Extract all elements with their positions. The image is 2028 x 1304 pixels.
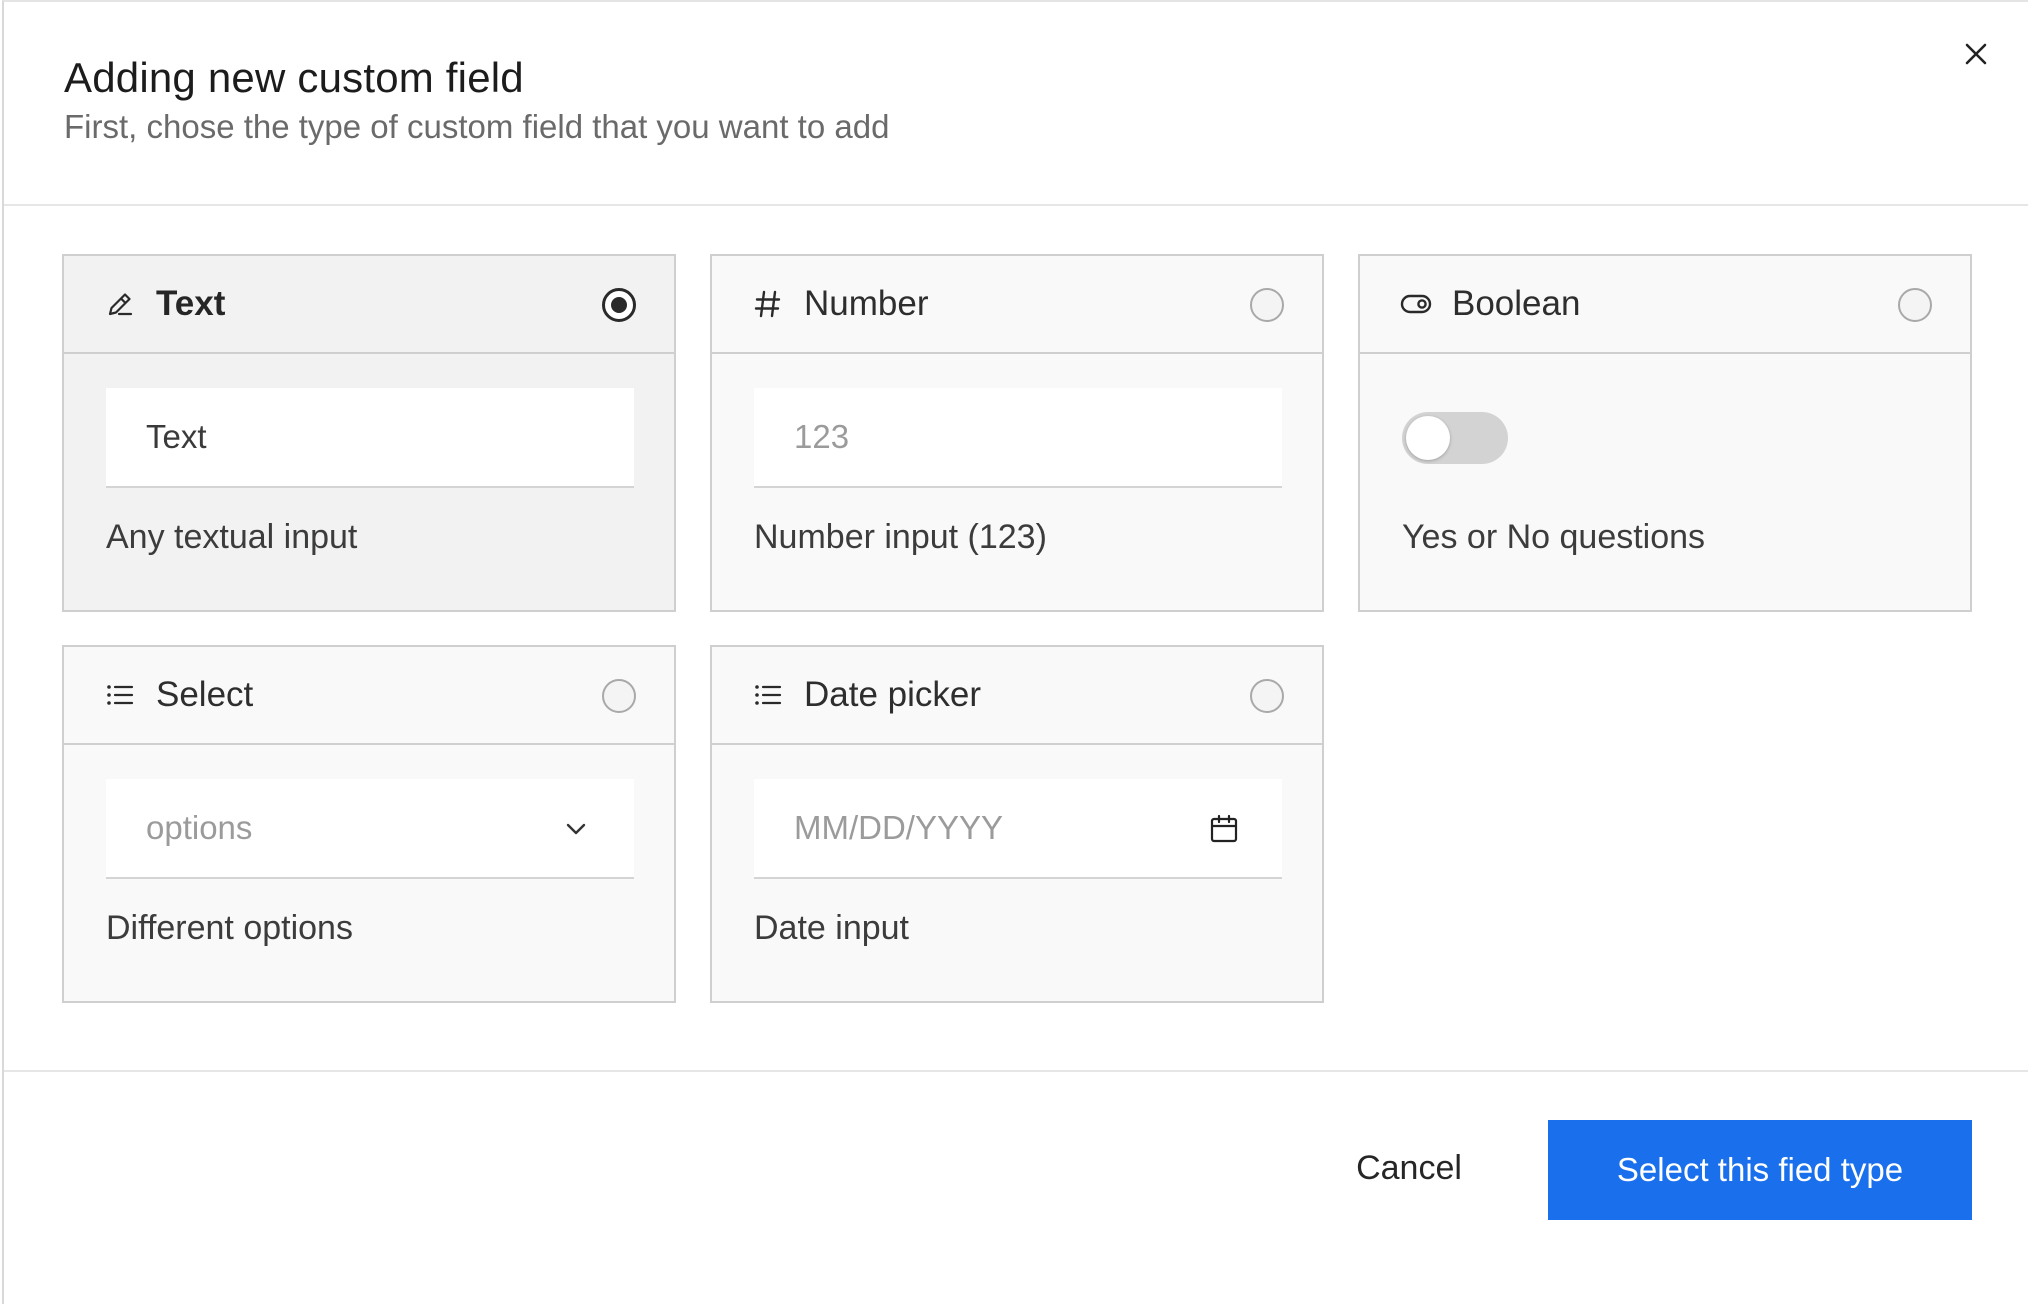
select-preview-placeholder: options bbox=[146, 809, 253, 846]
card-header: Date picker bbox=[712, 647, 1322, 745]
text-preview-value: Text bbox=[146, 418, 207, 455]
radio-date-picker[interactable] bbox=[1250, 679, 1284, 713]
card-title-date-picker: Date picker bbox=[804, 675, 982, 714]
card-header: Boolean bbox=[1360, 256, 1970, 354]
select-preview-input: options bbox=[106, 779, 634, 879]
card-description-boolean: Yes or No questions bbox=[1402, 518, 1706, 556]
field-type-card-select[interactable]: Select options Different options bbox=[62, 645, 676, 1003]
radio-text[interactable] bbox=[602, 288, 636, 322]
card-title-select: Select bbox=[156, 675, 254, 714]
calendar-icon bbox=[1210, 814, 1238, 843]
boolean-preview-toggle bbox=[1402, 412, 1508, 464]
dialog-subtitle: First, chose the type of custom field th… bbox=[64, 108, 890, 145]
radio-boolean[interactable] bbox=[1898, 288, 1932, 322]
field-type-card-boolean[interactable]: Boolean Yes or No questions bbox=[1358, 254, 1972, 612]
field-type-card-date-picker[interactable]: Date picker MM/DD/YYYY Date input bbox=[710, 645, 1324, 1003]
card-description-date-picker: Date input bbox=[754, 909, 909, 947]
card-header: Select bbox=[64, 647, 674, 745]
field-type-card-text[interactable]: Text Text Any textual input bbox=[62, 254, 676, 612]
list-icon bbox=[755, 685, 782, 705]
card-description-number: Number input (123) bbox=[754, 518, 1047, 556]
radio-number[interactable] bbox=[1250, 288, 1284, 322]
dialog-footer: Cancel Select this fied type bbox=[4, 1070, 2028, 1304]
pencil-icon bbox=[108, 293, 133, 316]
card-header: Text bbox=[64, 256, 674, 354]
field-type-card-number[interactable]: Number 123 Number input (123) bbox=[710, 254, 1324, 612]
cancel-button[interactable]: Cancel bbox=[1334, 1120, 1484, 1216]
hash-icon bbox=[754, 290, 781, 318]
radio-select[interactable] bbox=[602, 679, 636, 713]
card-title-number: Number bbox=[804, 284, 929, 323]
dialog-header: Adding new custom field First, chose the… bbox=[4, 2, 2028, 206]
date-preview-input: MM/DD/YYYY bbox=[754, 779, 1282, 879]
text-preview-input: Text bbox=[106, 388, 634, 488]
card-title-text: Text bbox=[156, 284, 226, 323]
select-field-type-button[interactable]: Select this fied type bbox=[1548, 1120, 1972, 1220]
number-preview-placeholder: 123 bbox=[794, 418, 850, 455]
card-description-select: Different options bbox=[106, 909, 353, 947]
list-icon bbox=[107, 685, 134, 705]
toggle-knob bbox=[1406, 416, 1450, 460]
date-preview-placeholder: MM/DD/YYYY bbox=[794, 809, 1004, 846]
card-description-text: Any textual input bbox=[106, 518, 358, 556]
toggle-icon bbox=[1400, 294, 1432, 314]
card-header: Number bbox=[712, 256, 1322, 354]
close-icon bbox=[1965, 43, 1987, 65]
number-preview-input: 123 bbox=[754, 388, 1282, 488]
card-title-boolean: Boolean bbox=[1452, 284, 1581, 323]
close-button[interactable] bbox=[1958, 36, 1994, 72]
dialog-title: Adding new custom field bbox=[64, 54, 524, 101]
chevron-down-icon bbox=[566, 823, 586, 835]
custom-field-dialog: Adding new custom field First, chose the… bbox=[2, 0, 2028, 1304]
